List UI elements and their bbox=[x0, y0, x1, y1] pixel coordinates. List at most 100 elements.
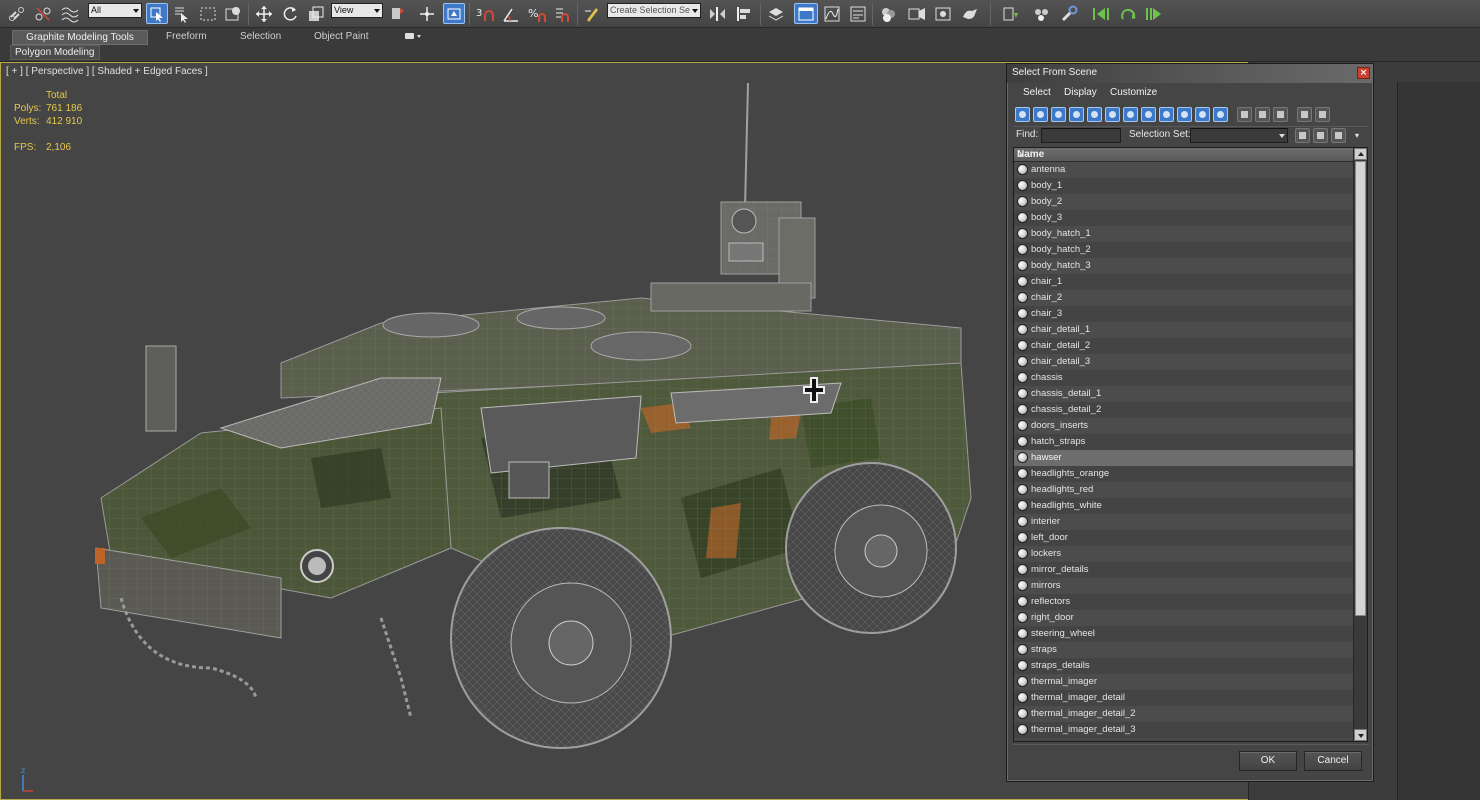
create-selection-set-icon[interactable] bbox=[1295, 128, 1310, 143]
list-item[interactable]: hatch_straps bbox=[1014, 434, 1353, 450]
wrench-icon[interactable] bbox=[1058, 3, 1082, 24]
tab-object-paint[interactable]: Object Paint bbox=[308, 30, 374, 45]
filter-options-icon[interactable] bbox=[1315, 107, 1330, 122]
viewport-label[interactable]: [ + ] [ Perspective ] [ Shaded + Edged F… bbox=[6, 66, 208, 77]
list-item[interactable]: interier bbox=[1014, 514, 1353, 530]
reference-coordinate-dropdown[interactable]: View bbox=[331, 3, 383, 18]
schematic-view-icon[interactable] bbox=[847, 3, 869, 24]
menu-display[interactable]: Display bbox=[1064, 87, 1097, 98]
display-bones-icon[interactable] bbox=[1159, 107, 1174, 122]
rotate-icon[interactable] bbox=[279, 3, 301, 24]
move-icon[interactable] bbox=[253, 3, 275, 24]
list-item[interactable]: chassis_detail_2 bbox=[1014, 402, 1353, 418]
list-item[interactable]: headlights_orange bbox=[1014, 466, 1353, 482]
render-setup-icon[interactable] bbox=[905, 3, 929, 24]
scroll-thumb[interactable] bbox=[1355, 161, 1366, 616]
select-manipulate-icon[interactable] bbox=[415, 3, 439, 24]
display-xrefs-icon[interactable] bbox=[1141, 107, 1156, 122]
list-item[interactable]: thermal_imager_detail_3 bbox=[1014, 722, 1353, 738]
display-cameras-icon[interactable] bbox=[1069, 107, 1084, 122]
list-item[interactable]: chair_3 bbox=[1014, 306, 1353, 322]
list-scrollbar[interactable] bbox=[1353, 148, 1367, 741]
list-item[interactable]: lockers bbox=[1014, 546, 1353, 562]
window-crossing-icon[interactable] bbox=[222, 3, 244, 24]
select-by-name-icon[interactable] bbox=[171, 3, 193, 24]
list-item[interactable]: thermal_imager_detail_2 bbox=[1014, 706, 1353, 722]
filter-icon[interactable] bbox=[1297, 107, 1312, 122]
list-item[interactable]: straps bbox=[1014, 642, 1353, 658]
display-helpers-icon[interactable] bbox=[1087, 107, 1102, 122]
display-groups-icon[interactable] bbox=[1123, 107, 1138, 122]
mirror-icon[interactable] bbox=[706, 3, 730, 24]
select-all-icon[interactable] bbox=[1237, 107, 1252, 122]
list-item[interactable]: straps_details bbox=[1014, 658, 1353, 674]
menu-customize[interactable]: Customize bbox=[1110, 87, 1157, 98]
list-item[interactable]: hawser bbox=[1014, 450, 1353, 466]
list-item[interactable]: body_2 bbox=[1014, 194, 1353, 210]
list-item[interactable]: mirrors bbox=[1014, 578, 1353, 594]
display-lights-icon[interactable] bbox=[1051, 107, 1066, 122]
select-none-icon[interactable] bbox=[1255, 107, 1270, 122]
list-item[interactable]: body_hatch_2 bbox=[1014, 242, 1353, 258]
material-editor-icon[interactable] bbox=[877, 3, 899, 24]
scale-icon[interactable] bbox=[305, 3, 327, 24]
list-item[interactable]: mirror_details bbox=[1014, 562, 1353, 578]
rendered-frame-icon[interactable] bbox=[932, 3, 954, 24]
key-mode-icon[interactable] bbox=[1089, 3, 1113, 24]
list-item[interactable]: chair_detail_2 bbox=[1014, 338, 1353, 354]
list-item[interactable]: right_door bbox=[1014, 610, 1353, 626]
display-hidden-icon[interactable] bbox=[1213, 107, 1228, 122]
list-item[interactable]: steering_wheel bbox=[1014, 626, 1353, 642]
render-icon[interactable] bbox=[958, 3, 982, 24]
tab-polygon-modeling[interactable]: Polygon Modeling bbox=[10, 45, 100, 60]
link-icon[interactable] bbox=[6, 3, 28, 24]
cancel-button[interactable]: Cancel bbox=[1304, 751, 1362, 771]
scroll-down-icon[interactable] bbox=[1354, 729, 1367, 741]
list-item[interactable]: chair_2 bbox=[1014, 290, 1353, 306]
named-selection-dropdown[interactable]: Create Selection Se bbox=[607, 3, 701, 18]
selection-filter-dropdown[interactable]: All bbox=[88, 3, 142, 18]
select-invert-icon[interactable] bbox=[1273, 107, 1288, 122]
display-shapes-icon[interactable] bbox=[1033, 107, 1048, 122]
scene-explorer-icon[interactable] bbox=[794, 3, 818, 24]
spinner-snap-icon[interactable] bbox=[551, 3, 573, 24]
display-space-warps-icon[interactable] bbox=[1105, 107, 1120, 122]
edit-named-selection-icon[interactable] bbox=[581, 3, 603, 24]
menu-select[interactable]: Select bbox=[1023, 87, 1051, 98]
list-item[interactable]: left_door bbox=[1014, 530, 1353, 546]
dialog-title-bar[interactable]: Select From Scene × bbox=[1007, 64, 1373, 83]
auto-key-icon[interactable] bbox=[1117, 3, 1141, 24]
layer-explorer-icon[interactable] bbox=[765, 3, 787, 24]
list-item[interactable]: chair_detail_3 bbox=[1014, 354, 1353, 370]
scene-object-list[interactable]: Name ▲ antenna body_1 body_2 body_3 body_hat… bbox=[1013, 147, 1368, 742]
curve-editor-icon[interactable] bbox=[821, 3, 843, 24]
keyboard-shortcut-icon[interactable] bbox=[443, 3, 465, 24]
tab-selection[interactable]: Selection bbox=[234, 30, 287, 45]
tab-freeform[interactable]: Freeform bbox=[160, 30, 213, 45]
snap-icon[interactable]: 3 bbox=[474, 3, 498, 24]
tab-graphite-modeling-tools[interactable]: Graphite Modeling Tools bbox=[12, 30, 148, 45]
align-icon[interactable] bbox=[734, 3, 756, 24]
remove-selection-set-icon[interactable] bbox=[1313, 128, 1328, 143]
rect-selection-icon[interactable] bbox=[197, 3, 219, 24]
add-to-selection-set-icon[interactable] bbox=[1331, 128, 1346, 143]
select-object-icon[interactable] bbox=[146, 3, 168, 24]
chevron-down-icon[interactable]: ▾ bbox=[1355, 131, 1359, 140]
column-header-name[interactable]: Name ▲ bbox=[1014, 148, 1353, 162]
ribbon-options-icon[interactable] bbox=[398, 30, 430, 45]
list-item[interactable]: body_1 bbox=[1014, 178, 1353, 194]
set-key-icon[interactable] bbox=[1030, 3, 1054, 24]
list-item[interactable]: body_hatch_1 bbox=[1014, 226, 1353, 242]
keyframe-icon[interactable] bbox=[1000, 3, 1022, 24]
list-item[interactable]: chassis bbox=[1014, 370, 1353, 386]
list-item[interactable]: doors_inserts bbox=[1014, 418, 1353, 434]
armored-vehicle-model[interactable] bbox=[81, 78, 981, 798]
find-input[interactable] bbox=[1041, 128, 1121, 143]
display-geometry-icon[interactable] bbox=[1015, 107, 1030, 122]
bind-space-warp-icon[interactable] bbox=[58, 3, 82, 24]
list-item[interactable]: thermal_imager bbox=[1014, 674, 1353, 690]
display-containers-icon[interactable] bbox=[1177, 107, 1192, 122]
list-item[interactable]: thermal_imager_detail bbox=[1014, 690, 1353, 706]
list-item[interactable]: headlights_white bbox=[1014, 498, 1353, 514]
close-icon[interactable]: × bbox=[1357, 67, 1370, 79]
